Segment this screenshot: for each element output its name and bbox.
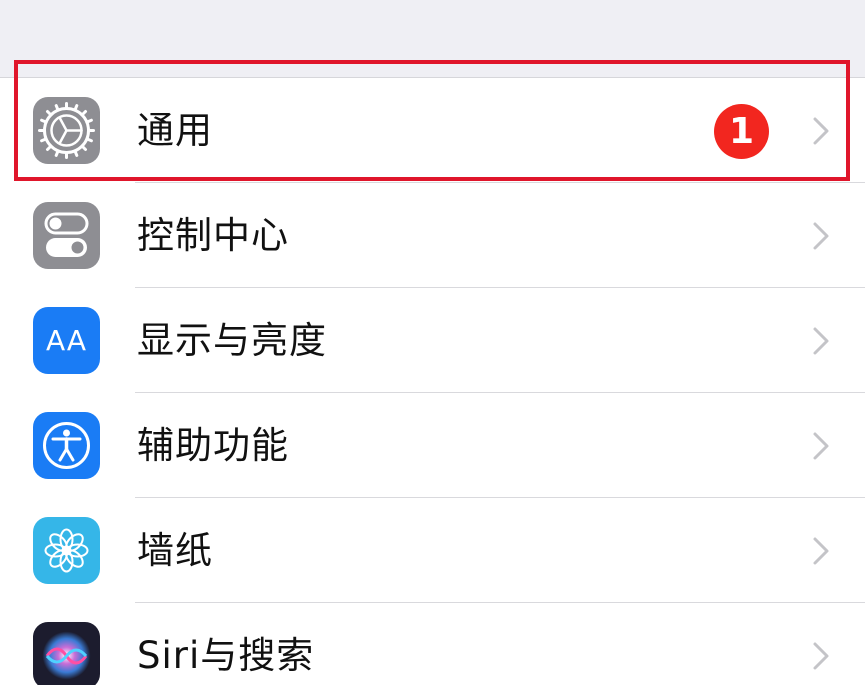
settings-row-label: 通用 <box>137 109 213 152</box>
settings-list: 通用 控制中心 AA 显示与亮度 辅助功能 墙纸 Siri与搜索 <box>0 78 865 685</box>
chevron-right-icon <box>813 432 829 460</box>
settings-row-control-center[interactable]: 控制中心 <box>0 183 865 288</box>
settings-screen: 通用 控制中心 AA 显示与亮度 辅助功能 墙纸 Siri与搜索 1 <box>0 0 865 685</box>
toggles-icon <box>33 202 100 269</box>
text-size-icon: AA <box>33 307 100 374</box>
text-size-glyph: AA <box>45 324 88 357</box>
settings-row-label: 显示与亮度 <box>137 319 327 362</box>
settings-row-label: 辅助功能 <box>137 424 289 467</box>
gear-icon <box>33 97 100 164</box>
settings-row-label: Siri与搜索 <box>137 634 315 677</box>
accessibility-icon <box>33 412 100 479</box>
chevron-right-icon <box>813 642 829 670</box>
settings-row-label: 控制中心 <box>137 214 289 257</box>
chevron-right-icon <box>813 222 829 250</box>
settings-row-wallpaper[interactable]: 墙纸 <box>0 498 865 603</box>
chevron-right-icon <box>813 327 829 355</box>
settings-row-label: 墙纸 <box>137 529 213 572</box>
settings-row-accessibility[interactable]: 辅助功能 <box>0 393 865 498</box>
settings-row-display-brightness[interactable]: AA 显示与亮度 <box>0 288 865 393</box>
flower-icon <box>33 517 100 584</box>
siri-icon <box>33 622 100 685</box>
chevron-right-icon <box>813 537 829 565</box>
settings-row-siri-search[interactable]: Siri与搜索 <box>0 603 865 685</box>
chevron-right-icon <box>813 117 829 145</box>
section-spacer <box>0 0 865 78</box>
notification-badge: 1 <box>714 104 769 159</box>
